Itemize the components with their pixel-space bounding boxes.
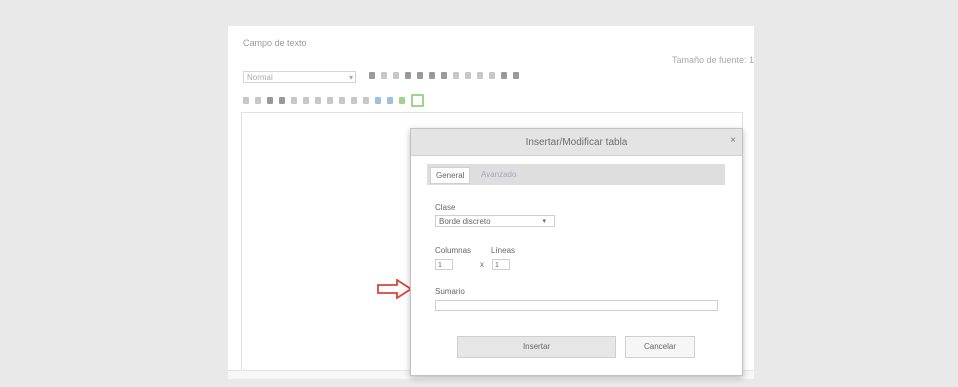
- font-size-label[interactable]: Tamaño de fuente: 1: [672, 55, 754, 65]
- numbered-list-icon[interactable]: [465, 72, 471, 79]
- align-justify-icon[interactable]: [441, 72, 447, 79]
- class-select-value: Borde discreto: [439, 217, 491, 226]
- cancel-button[interactable]: Cancelar: [625, 336, 695, 358]
- rows-input[interactable]: 1: [492, 259, 510, 270]
- editor-title: Campo de texto: [243, 38, 307, 48]
- paste-icon[interactable]: [267, 97, 273, 104]
- replace-icon[interactable]: [303, 97, 309, 104]
- times-symbol: x: [480, 260, 484, 269]
- superscript-icon[interactable]: [375, 97, 381, 104]
- align-right-icon[interactable]: [429, 72, 435, 79]
- arrow-right-icon: [377, 279, 413, 299]
- copy-icon[interactable]: [255, 97, 261, 104]
- table-icon[interactable]: [411, 94, 424, 107]
- summary-input[interactable]: [435, 300, 718, 311]
- align-center-icon[interactable]: [417, 72, 423, 79]
- insert-button[interactable]: Insertar: [457, 336, 616, 358]
- paste-text-icon[interactable]: [279, 97, 285, 104]
- bold-icon[interactable]: [369, 72, 375, 79]
- unlink-icon[interactable]: [327, 97, 333, 104]
- tab-advanced[interactable]: Avanzado: [476, 167, 521, 182]
- summary-label: Sumario: [435, 287, 465, 296]
- indent-icon[interactable]: [489, 72, 495, 79]
- tab-general[interactable]: General: [430, 167, 471, 184]
- redo-icon[interactable]: [513, 72, 519, 79]
- subscript-icon[interactable]: [363, 97, 369, 104]
- link-icon[interactable]: [315, 97, 321, 104]
- class-label: Clase: [435, 203, 456, 212]
- columns-label: Columnas: [435, 246, 472, 255]
- anchor-icon[interactable]: [339, 97, 345, 104]
- image-icon[interactable]: [351, 97, 357, 104]
- table-dialog: Insertar/Modificar tabla × General Avanz…: [410, 128, 743, 376]
- list-icon[interactable]: [453, 72, 459, 79]
- undo-icon[interactable]: [501, 72, 507, 79]
- class-select[interactable]: Borde discreto ▾: [435, 215, 555, 227]
- dialog-header: Insertar/Modificar tabla ×: [411, 129, 742, 156]
- cut-icon[interactable]: [243, 97, 249, 104]
- format-select[interactable]: Normal: [243, 71, 356, 84]
- special-char-icon[interactable]: [399, 97, 405, 104]
- close-icon[interactable]: ×: [730, 135, 736, 146]
- outdent-icon[interactable]: [477, 72, 483, 79]
- columns-input[interactable]: 1: [435, 259, 453, 270]
- find-icon[interactable]: [291, 97, 297, 104]
- rows-label: Líneas: [491, 246, 516, 255]
- dialog-title: Insertar/Modificar tabla: [525, 137, 628, 148]
- underline-icon[interactable]: [393, 72, 399, 79]
- chevron-down-icon: ▾: [542, 218, 546, 225]
- tab-strip: General Avanzado: [427, 164, 725, 185]
- toolbar-row-2: [243, 94, 424, 107]
- html-icon[interactable]: [387, 97, 393, 104]
- align-left-icon[interactable]: [405, 72, 411, 79]
- toolbar-row-1: [369, 72, 519, 79]
- italic-icon[interactable]: [381, 72, 387, 79]
